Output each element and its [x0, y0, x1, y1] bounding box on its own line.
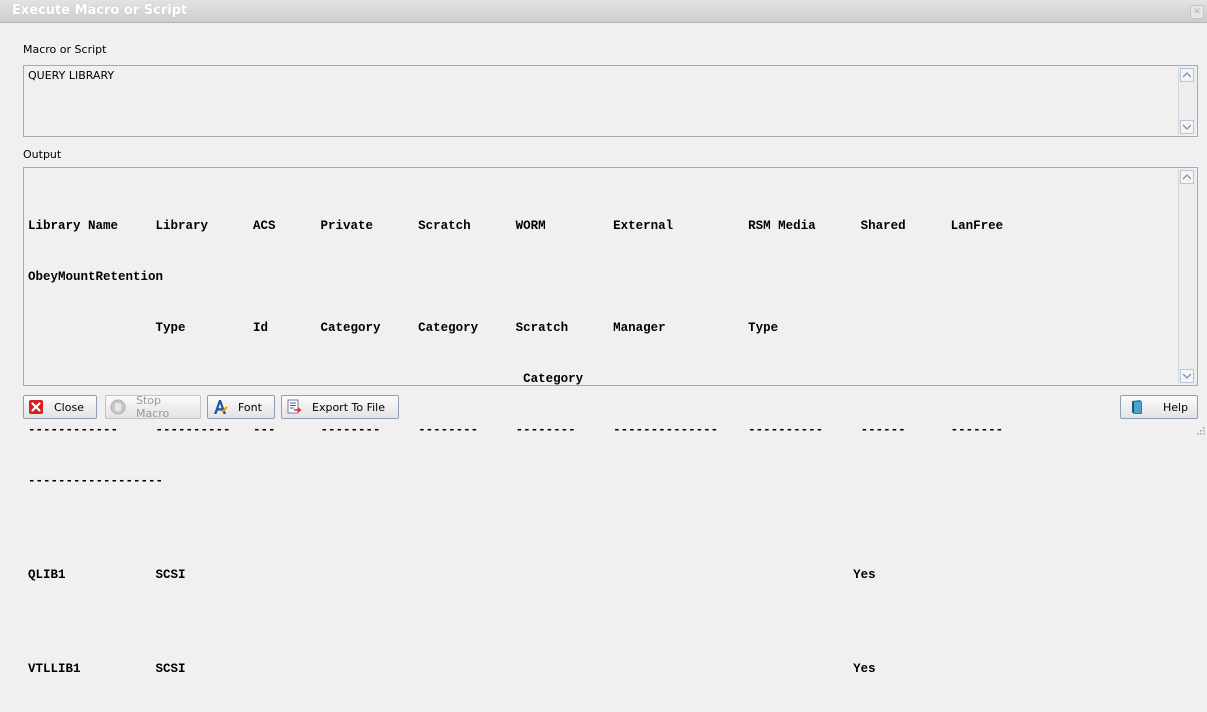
scroll-down-icon[interactable]	[1180, 369, 1194, 383]
output-scrollbar[interactable]	[1178, 169, 1196, 384]
scroll-down-icon[interactable]	[1180, 120, 1194, 134]
font-a-icon	[214, 400, 228, 414]
output-line: ------------------	[28, 474, 164, 488]
export-to-file-button[interactable]: Export To File	[281, 395, 399, 419]
resize-grip-icon[interactable]	[1195, 425, 1205, 435]
output-label: Output	[23, 148, 62, 161]
macro-script-label: Macro or Script	[23, 43, 107, 56]
output-line: Library Name Library ACS Private Scratch…	[28, 219, 1004, 233]
scroll-up-icon[interactable]	[1180, 68, 1194, 82]
macro-script-input[interactable]: QUERY LIBRARY	[23, 65, 1198, 137]
output-text: Library Name Library ACS Private Scratch…	[28, 184, 1003, 712]
close-red-x-icon	[29, 400, 43, 414]
close-button-label: Close	[54, 400, 84, 414]
close-button[interactable]: Close	[23, 395, 97, 419]
stop-hand-icon	[110, 399, 126, 415]
output-line: ObeyMountRetention	[28, 270, 164, 284]
stop-macro-button-label: Stop Macro	[136, 394, 170, 420]
output-line: VTLLIB1 SCSI Yes	[28, 662, 876, 676]
title-bar: Execute Macro or Script ✕	[0, 0, 1207, 23]
font-button-label: Font	[238, 400, 262, 414]
help-book-icon	[1132, 400, 1142, 414]
window-title: Execute Macro or Script	[12, 3, 188, 18]
output-line: Type Id Category Category Scratch Manage…	[28, 321, 779, 335]
help-button[interactable]: Help	[1120, 395, 1198, 419]
output-line: ------------ ---------- --- -------- ---…	[28, 423, 1004, 437]
export-button-label: Export To File	[312, 400, 385, 414]
output-area[interactable]: Library Name Library ACS Private Scratch…	[23, 167, 1198, 676]
export-document-icon	[287, 399, 302, 414]
help-button-label: Help	[1163, 400, 1189, 414]
macro-scrollbar[interactable]	[1178, 67, 1196, 135]
macro-script-value: QUERY LIBRARY	[28, 69, 115, 82]
output-line: Category	[28, 372, 584, 386]
output-line: QLIB1 SCSI Yes	[28, 568, 876, 582]
scroll-up-icon[interactable]	[1180, 170, 1194, 184]
window-close-icon[interactable]: ✕	[1190, 5, 1204, 19]
font-button[interactable]: Font	[207, 395, 275, 419]
stop-macro-button[interactable]: Stop Macro	[105, 394, 201, 420]
